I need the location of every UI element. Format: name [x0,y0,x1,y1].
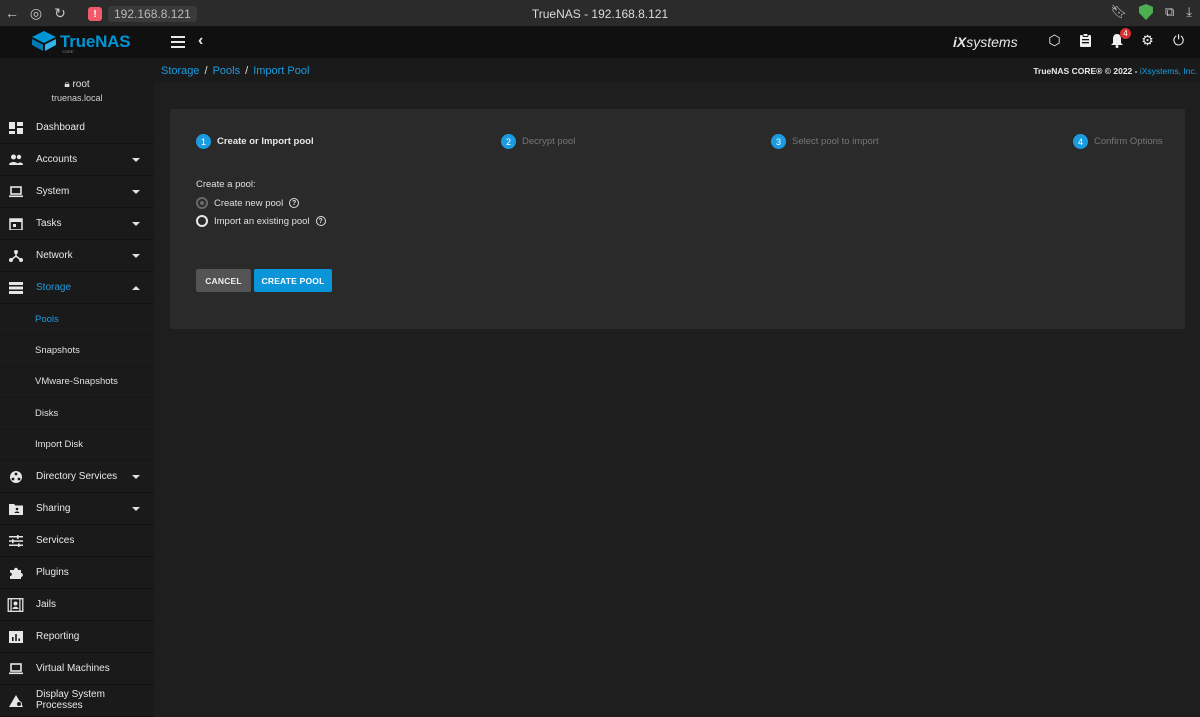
notifications-bell-icon[interactable]: 4 [1109,28,1131,48]
storage-icon [9,282,23,294]
clipboard-tasks-icon[interactable] [1078,33,1093,48]
extensions-icon[interactable]: ⧉ [1165,4,1174,20]
browser-reload-icon[interactable]: ↻ [48,0,72,27]
computer-icon [9,663,23,675]
network-icon [9,250,23,262]
copyright: TrueNAS CORE® © 2022 - iXsystems, Inc. [1033,66,1197,76]
sidebar-item-virtual-machines[interactable]: Virtual Machines [0,653,154,685]
sidebar-item-network[interactable]: Network [0,240,154,272]
expand-caret-icon [132,222,140,226]
cancel-button[interactable]: CANCEL [196,269,251,292]
laptop-icon [9,186,23,198]
expand-caret-icon [132,158,140,162]
expand-caret-icon [132,254,140,258]
sidebar: 🔒︎ root truenas.local Dashboard Accounts… [0,58,154,717]
processes-icon [9,694,23,707]
breadcrumb-pools[interactable]: Pools [213,65,241,77]
option-create-new-pool[interactable]: Create new pool ? [196,197,300,209]
sidebar-subitem-vmware-snapshots[interactable]: VMware-Snapshots [0,366,154,399]
sidebar-subitem-snapshots[interactable]: Snapshots [0,335,154,367]
ixsystems-link[interactable]: iXsystems, Inc. [1140,66,1197,76]
notification-count-badge: 4 [1120,28,1131,39]
breadcrumb: Storage / Pools / Import Pool [161,65,310,77]
sliders-icon [9,534,23,547]
insecure-warning-icon[interactable]: ! [88,7,102,21]
sidebar-item-sharing[interactable]: Sharing [0,493,154,525]
calendar-icon [9,218,23,230]
step-select-pool[interactable]: 3 Select pool to import [771,134,879,149]
breadcrumb-bar: Storage / Pools / Import Pool TrueNAS CORE® … [154,58,1200,83]
sidebar-item-system[interactable]: System [0,176,154,208]
collapse-caret-icon [132,286,140,290]
option-import-label: Import an existing pool [214,215,310,227]
address-bar[interactable]: ! 192.168.8.121 [88,5,197,23]
download-icon[interactable]: ⤓ [1186,4,1192,20]
help-icon[interactable]: ? [315,216,326,226]
sidebar-item-directory-services[interactable]: Directory Services [0,461,154,493]
menu-toggle-icon[interactable] [171,36,185,48]
step-decrypt-pool[interactable]: 2 Decrypt pool [501,134,575,149]
browser-toolbar: ← ◎ ↻ ! 192.168.8.121 TrueNAS - 192.168.… [0,0,1200,27]
folder-shared-icon [9,503,23,515]
power-icon[interactable]: ⏻ [1171,32,1186,48]
step-create-or-import[interactable]: 1 Create or Import pool [196,134,314,149]
puzzle-icon [10,567,23,579]
sidebar-item-dashboard[interactable]: Dashboard [0,112,154,144]
app-topbar: TrueNAS CORE ‹ iXsystems ⬡ 4 ⚙ ⏻ [0,27,1200,58]
truecommand-icon[interactable]: ⬡ [1047,32,1062,48]
radio-create-new-pool[interactable] [196,197,208,209]
create-pool-button[interactable]: CREATE POOL [254,269,332,292]
sidebar-subitem-disks[interactable]: Disks [0,398,154,430]
user-host: truenas.local [51,93,103,103]
expand-caret-icon [132,506,140,511]
bookmark-icon[interactable]: 🔖︎ [1110,4,1127,20]
radio-import-existing-pool[interactable] [196,215,208,227]
expand-caret-icon [132,190,140,194]
option-import-existing-pool[interactable]: Import an existing pool ? [196,215,326,227]
user-info: 🔒︎ root truenas.local [0,58,154,112]
sidebar-subitem-pools[interactable]: Pools [0,304,154,336]
expand-caret-icon [132,474,140,479]
settings-gear-icon[interactable]: ⚙ [1140,32,1155,48]
brand-sub: CORE [62,49,74,54]
user-name: root [72,79,90,90]
help-icon[interactable]: ? [289,198,300,208]
browser-back-icon[interactable]: ← [0,0,24,27]
breadcrumb-storage[interactable]: Storage [161,65,200,77]
sidebar-item-services[interactable]: Services [0,525,154,557]
directory-services-icon [10,470,22,483]
collapse-chevron-icon[interactable]: ‹ [198,32,203,50]
form-title: Create a pool: [196,179,256,190]
import-pool-wizard: 1 Create or Import pool 2 Decrypt pool 3… [170,109,1185,329]
sidebar-item-plugins[interactable]: Plugins [0,557,154,589]
dashboard-icon [9,122,23,134]
sidebar-item-tasks[interactable]: Tasks [0,208,154,240]
step-confirm-options[interactable]: 4 Confirm Options [1073,134,1163,149]
sidebar-item-display-system-processes[interactable]: Display System Processes [0,685,154,717]
sidebar-item-reporting[interactable]: Reporting [0,621,154,653]
sidebar-subitem-import-disk[interactable]: Import Disk [0,429,154,461]
breadcrumb-import-pool[interactable]: Import Pool [253,65,309,77]
truenas-logo-icon [32,31,56,51]
sidebar-item-storage[interactable]: Storage [0,272,154,304]
jail-icon [7,598,24,612]
ixsystems-logo[interactable]: iXsystems [953,34,1018,50]
truenas-logo[interactable]: TrueNAS [32,31,131,51]
option-create-label: Create new pool [214,197,284,209]
sidebar-item-accounts[interactable]: Accounts [0,144,154,176]
sidebar-item-jails[interactable]: Jails [0,589,154,621]
url-text[interactable]: 192.168.8.121 [108,6,197,22]
chart-icon [9,630,23,643]
browser-shield-icon[interactable] [1138,4,1153,20]
brand-name: TrueNAS [60,31,131,51]
browser-privacy-icon[interactable]: ◎ [24,0,48,27]
accounts-icon [9,154,23,165]
lock-icon: 🔒︎ [64,79,70,90]
